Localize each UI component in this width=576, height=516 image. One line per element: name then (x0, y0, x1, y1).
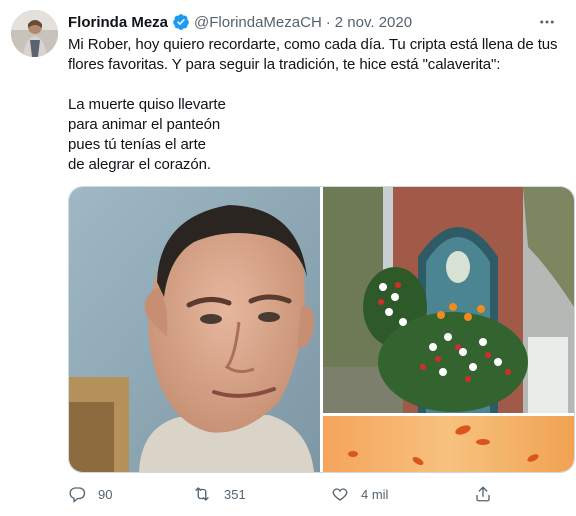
media-photo-crypt[interactable] (323, 187, 574, 413)
reply-icon (68, 485, 86, 503)
reply-count: 90 (98, 486, 113, 502)
poem-line: pues tú tenías el arte (68, 136, 206, 153)
retweet-count: 351 (224, 486, 246, 502)
media-grid (68, 186, 575, 473)
author-name[interactable]: Florinda Meza (68, 14, 168, 31)
text-line: Mi Rober, hoy quiero recordarte, como ca… (68, 36, 558, 53)
tweet-actions: 90 351 4 mil (68, 480, 548, 508)
tweet[interactable]: Florinda Meza @FlorindaMezaCH · 2 nov. 2… (0, 0, 576, 516)
share-button[interactable] (474, 480, 492, 508)
like-count: 4 mil (361, 486, 389, 502)
author-handle[interactable]: @FlorindaMezaCH (194, 14, 322, 31)
share-icon (474, 485, 492, 503)
poem-line: La muerte quiso llevarte (68, 96, 226, 113)
tweet-date[interactable]: 2 nov. 2020 (335, 14, 412, 31)
tweet-text: Mi Rober, hoy quiero recordarte, como ca… (68, 35, 568, 175)
avatar[interactable] (11, 10, 58, 57)
more-icon[interactable] (534, 9, 560, 35)
tweet-header: Florinda Meza @FlorindaMezaCH · 2 nov. 2… (68, 11, 566, 33)
media-photo-autumn[interactable] (323, 416, 574, 472)
separator-dot: · (325, 13, 331, 31)
reply-button[interactable]: 90 (68, 480, 112, 508)
like-button[interactable]: 4 mil (331, 480, 388, 508)
avatar-image (11, 10, 58, 57)
text-line: flores favoritas. Y para seguir la tradi… (68, 56, 501, 73)
media-photo-portrait[interactable] (69, 187, 320, 472)
like-icon (331, 485, 349, 503)
retweet-button[interactable]: 351 (192, 480, 246, 508)
retweet-icon (192, 485, 212, 503)
verified-badge-icon (172, 13, 190, 31)
poem-line: para animar el panteón (68, 116, 221, 133)
poem-line: de alegrar el corazón. (68, 156, 211, 173)
